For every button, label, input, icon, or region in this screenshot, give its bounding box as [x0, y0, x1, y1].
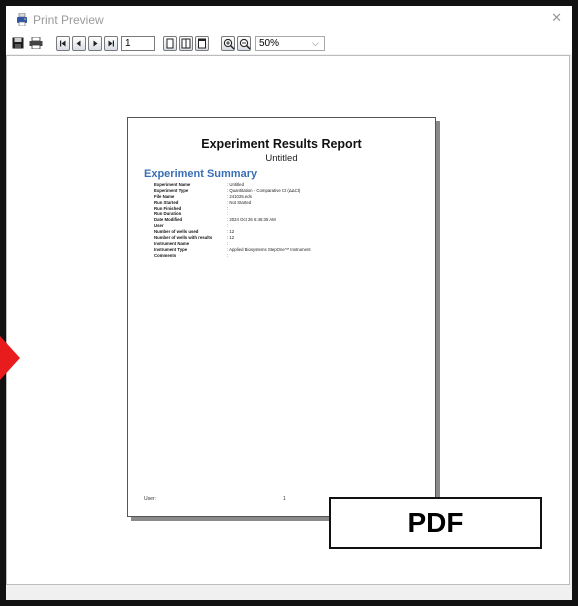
zoom-level-select[interactable]: 50% ⌵ — [255, 36, 325, 51]
zoom-in-button[interactable] — [221, 36, 235, 51]
report-title: Experiment Results Report — [201, 137, 362, 151]
next-page-icon — [93, 40, 98, 47]
single-page-view-button[interactable] — [163, 36, 177, 51]
page-number-input[interactable]: 1 — [121, 36, 155, 51]
report-page: Experiment Results Report Untitled Exper… — [127, 117, 436, 517]
last-page-button[interactable] — [104, 36, 118, 51]
zoom-out-icon — [239, 38, 251, 50]
footer-user: User: — [144, 496, 156, 502]
first-page-icon — [60, 40, 66, 47]
single-page-icon — [166, 38, 174, 49]
page-setup-icon — [198, 38, 206, 49]
close-button[interactable]: ✕ — [551, 10, 562, 26]
next-page-button[interactable] — [88, 36, 102, 51]
chevron-down-icon: ⌵ — [312, 38, 319, 48]
two-page-icon — [181, 38, 191, 49]
save-button[interactable] — [11, 36, 25, 51]
print-preview-app-icon — [16, 12, 28, 27]
summary-row-value: : — [227, 252, 229, 258]
prev-page-button[interactable] — [72, 36, 86, 51]
footer-page-number: 1 — [283, 496, 286, 502]
floppy-icon — [12, 37, 24, 49]
first-page-button[interactable] — [56, 36, 70, 51]
printer-icon — [29, 37, 43, 49]
two-page-view-button[interactable] — [179, 36, 193, 51]
pdf-label-box: PDF — [329, 497, 542, 549]
summary-row-value: : Not Started — [227, 199, 252, 205]
summary-row-label: Comments — [154, 252, 177, 258]
red-arrow-marker — [0, 336, 20, 380]
window-title: Print Preview — [33, 13, 104, 27]
zoom-out-button[interactable] — [237, 36, 251, 51]
section-heading: Experiment Summary — [144, 168, 258, 180]
print-button[interactable] — [28, 36, 43, 51]
page-setup-button[interactable] — [195, 36, 209, 51]
toolbar: 1 50% ⌵ — [6, 34, 572, 54]
prev-page-icon — [76, 40, 81, 47]
title-bar: Print Preview ✕ — [6, 6, 572, 34]
report-subtitle: Untitled — [265, 153, 298, 164]
bottom-strip — [6, 585, 572, 600]
summary-row-value: : 2024 Oct 26 6:45:35 AM — [227, 217, 276, 223]
last-page-icon — [108, 40, 114, 47]
summary-row-value: : Applied Biosystems StepOne™ Instrument — [227, 246, 311, 252]
zoom-level-value: 50% — [259, 38, 280, 49]
zoom-in-icon — [223, 38, 235, 50]
